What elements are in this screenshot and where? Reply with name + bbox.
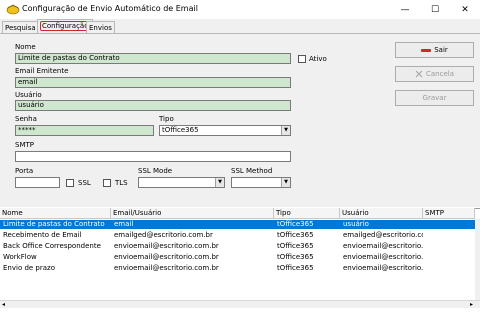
cell-usuario: usuário — [343, 220, 369, 228]
tipo-select[interactable]: tOffice365 ▼ — [159, 125, 291, 136]
cell-email: envioemail@escritorio.com.br — [114, 242, 219, 250]
minimize-button[interactable]: — — [390, 0, 420, 19]
cancela-label: Cancela — [425, 70, 454, 78]
cell-nome: WorkFlow — [3, 253, 37, 261]
sair-label: Sair — [434, 46, 448, 54]
column-header-smtp[interactable]: SMTP — [423, 208, 475, 219]
cell-usuario: envioemail@escritorio.com.br — [343, 253, 423, 261]
tab-configuracao[interactable]: Configuração — [37, 19, 94, 33]
tab-envios[interactable]: Envios — [86, 21, 115, 33]
cell-nome: Limite de pastas do Contrato — [3, 220, 105, 228]
column-header-nome[interactable]: Nome — [0, 208, 111, 219]
cell-nome: Recebimento de Email — [3, 231, 82, 239]
senha-field[interactable]: ***** — [15, 125, 154, 136]
tls-label: TLS — [115, 179, 128, 187]
porta-field[interactable] — [15, 177, 60, 188]
tab-pesquisa-label: Pesquisa — [5, 24, 36, 32]
usuario-field[interactable]: usuário — [15, 100, 291, 111]
sair-button[interactable]: Sair — [395, 42, 474, 58]
column-header-email-usuario[interactable]: Email/Usuário — [111, 208, 274, 219]
senha-label: Senha — [15, 115, 37, 123]
cell-tipo: tOffice365 — [277, 220, 314, 228]
scroll-right-icon[interactable]: ▸ — [470, 301, 473, 308]
cell-tipo: tOffice365 — [277, 264, 314, 272]
cell-tipo: tOffice365 — [277, 231, 314, 239]
porta-label: Porta — [15, 167, 34, 175]
gravar-button[interactable]: Gravar — [395, 90, 474, 106]
cell-smtp — [423, 242, 475, 251]
cell-smtp — [423, 264, 475, 273]
tab-envios-label: Envios — [89, 24, 112, 32]
cell-usuario: envioemail@escritorio.com.br — [343, 242, 423, 250]
nome-field[interactable]: Limite de pastas do Contrato — [15, 53, 291, 64]
cell-smtp — [423, 220, 475, 229]
cancel-icon — [415, 70, 423, 78]
cell-tipo: tOffice365 — [277, 242, 314, 250]
usuario-label: Usuário — [15, 91, 42, 99]
ssl-method-select[interactable]: ▼ — [231, 177, 291, 188]
cancela-button[interactable]: Cancela — [395, 66, 474, 82]
ativo-checkbox[interactable] — [298, 55, 306, 63]
ssl-mode-select[interactable]: ▼ — [138, 177, 225, 188]
table-row[interactable]: Recebimento de Email emailged@escritorio… — [0, 231, 475, 240]
chevron-down-icon[interactable]: ▼ — [215, 178, 224, 187]
cell-nome: Envio de prazo — [3, 264, 55, 272]
cell-smtp — [423, 253, 475, 262]
table-row[interactable]: Back Office Correspondente envioemail@es… — [0, 242, 475, 251]
table-row[interactable]: WorkFlow envioemail@escritorio.com.br tO… — [0, 253, 475, 262]
ssl-method-label: SSL Method — [231, 167, 273, 175]
tls-checkbox[interactable] — [103, 179, 111, 187]
cell-email: email — [114, 220, 134, 228]
chevron-down-icon[interactable]: ▼ — [281, 126, 290, 135]
ativo-label: Ativo — [309, 55, 327, 63]
cell-email: emailged@escritorio.com.br — [114, 231, 213, 239]
ssl-label: SSL — [78, 179, 91, 187]
smtp-label: SMTP — [15, 141, 34, 149]
cell-smtp — [423, 231, 475, 240]
horizontal-scrollbar[interactable]: ◂ ▸ — [0, 300, 480, 308]
close-button[interactable]: ✕ — [450, 0, 480, 19]
column-header-tipo[interactable]: Tipo — [274, 208, 340, 219]
scroll-left-icon[interactable]: ◂ — [2, 301, 5, 308]
ssl-checkbox[interactable] — [66, 179, 74, 187]
app-icon — [6, 4, 20, 15]
cell-email: envioemail@escritorio.com.br — [114, 253, 219, 261]
cell-usuario: envioemail@escritorio.com.br — [343, 264, 423, 272]
cell-nome: Back Office Correspondente — [3, 242, 101, 250]
email-emitente-label: Email Emitente — [15, 67, 69, 75]
chevron-down-icon[interactable]: ▼ — [281, 178, 290, 187]
tab-pesquisa[interactable]: Pesquisa — [2, 21, 39, 33]
tab-configuracao-label: Configuração — [40, 21, 91, 31]
smtp-field[interactable] — [15, 151, 291, 162]
vertical-scrollbar[interactable] — [475, 219, 480, 300]
window-title: Configuração de Envio Automático de Emai… — [22, 4, 198, 13]
table-row[interactable]: Envio de prazo envioemail@escritorio.com… — [0, 264, 475, 273]
cell-usuario: emailged@escritorio.com.br — [343, 231, 423, 239]
exit-icon — [421, 48, 432, 52]
maximize-button[interactable]: ☐ — [420, 0, 450, 19]
table-row[interactable]: Limite de pastas do Contrato email tOffi… — [0, 220, 475, 229]
tipo-label: Tipo — [159, 115, 174, 123]
cell-email: envioemail@escritorio.com.br — [114, 264, 219, 272]
nome-label: Nome — [15, 43, 36, 51]
email-emitente-field[interactable]: email — [15, 77, 291, 88]
column-header-usuario[interactable]: Usuário — [340, 208, 423, 219]
ssl-mode-label: SSL Mode — [138, 167, 173, 175]
tipo-value: tOffice365 — [162, 126, 199, 134]
cell-tipo: tOffice365 — [277, 253, 314, 261]
gravar-label: Gravar — [422, 94, 447, 102]
